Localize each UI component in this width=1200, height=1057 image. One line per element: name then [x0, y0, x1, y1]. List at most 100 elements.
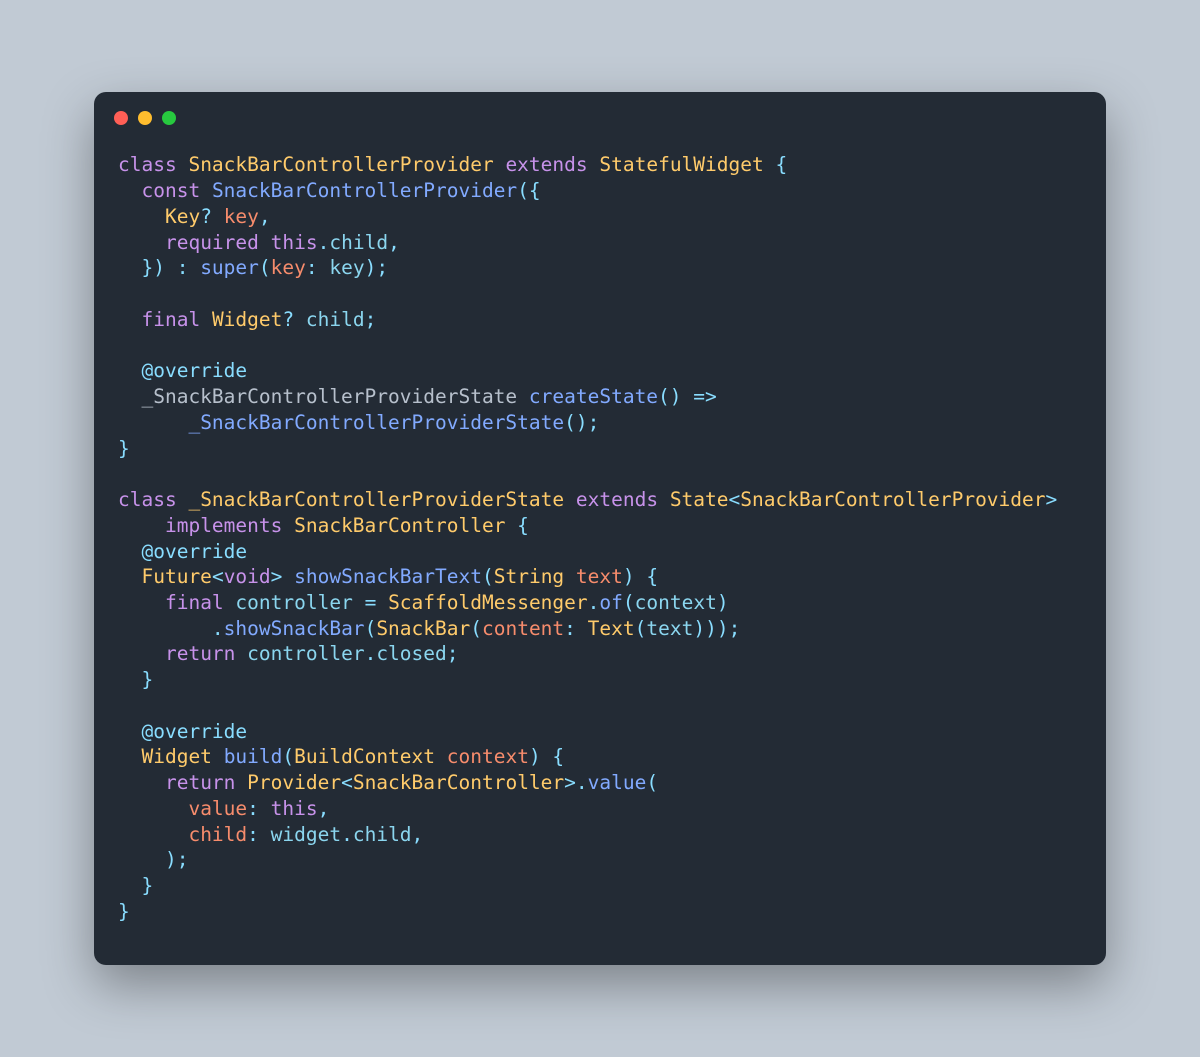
- code-token: ) {: [623, 565, 658, 588]
- code-token: final: [141, 308, 211, 331]
- code-token: {: [505, 514, 528, 537]
- code-token: of: [599, 591, 622, 614]
- code-token: child: [329, 231, 388, 254]
- code-token: (: [635, 617, 647, 640]
- code-block: class SnackBarControllerProvider extends…: [94, 144, 1106, 936]
- code-token: void: [224, 565, 271, 588]
- code-token: :: [306, 256, 329, 279]
- code-token: :: [247, 797, 270, 820]
- code-token: ,: [318, 797, 330, 820]
- code-token: [118, 231, 165, 254]
- code-token: ,: [412, 823, 424, 846]
- code-token: _SnackBarControllerProviderState: [188, 488, 564, 511]
- code-token: :: [247, 823, 270, 846]
- code-token: ,: [388, 231, 400, 254]
- code-token: (: [482, 565, 494, 588]
- code-token: return: [165, 771, 247, 794]
- code-token: _SnackBarControllerProviderState: [118, 385, 529, 408]
- code-token: key: [212, 205, 259, 228]
- code-token: ScaffoldMessenger: [388, 591, 588, 614]
- code-token: (: [623, 591, 635, 614]
- code-token: (: [282, 745, 294, 768]
- code-token: this: [271, 797, 318, 820]
- code-window: class SnackBarControllerProvider extends…: [94, 92, 1106, 964]
- code-token: closed: [376, 642, 446, 665]
- code-token: _SnackBarControllerProviderState: [188, 411, 564, 434]
- code-token: class: [118, 488, 188, 511]
- code-token: controller: [247, 642, 364, 665]
- code-token: [118, 514, 165, 537]
- code-token: build: [224, 745, 283, 768]
- code-token: [212, 745, 224, 768]
- code-token: (: [259, 256, 271, 279]
- code-token: text: [646, 617, 693, 640]
- code-token: Future: [141, 565, 211, 588]
- code-token: ,: [259, 205, 271, 228]
- code-token: BuildContext: [294, 745, 435, 768]
- code-token: );: [118, 848, 188, 871]
- code-token: [118, 411, 188, 434]
- code-token: [118, 771, 165, 794]
- code-token: return: [165, 642, 247, 665]
- code-token: extends: [564, 488, 670, 511]
- code-token: [118, 308, 141, 331]
- code-token: @override: [141, 359, 247, 382]
- code-token: .: [318, 231, 330, 254]
- minimize-icon[interactable]: [138, 111, 152, 125]
- code-token: <: [212, 565, 224, 588]
- code-token: Provider: [247, 771, 341, 794]
- code-token: value: [188, 797, 247, 820]
- code-token: Key: [165, 205, 200, 228]
- code-token: super: [200, 256, 259, 279]
- code-token: SnackBar: [376, 617, 470, 640]
- code-token: showSnackBarText: [294, 565, 482, 588]
- code-token: this: [271, 231, 318, 254]
- window-titlebar: [94, 92, 1106, 144]
- code-token: >: [271, 565, 294, 588]
- code-token: [118, 745, 141, 768]
- code-token: [118, 359, 141, 382]
- code-token: SnackBarController: [353, 771, 564, 794]
- code-token: ;: [447, 642, 459, 665]
- code-token: [118, 797, 188, 820]
- code-token: text: [564, 565, 623, 588]
- code-token: )));: [693, 617, 740, 640]
- code-token: value: [588, 771, 647, 794]
- code-token: [118, 591, 165, 614]
- code-token: key: [329, 256, 364, 279]
- code-token: }: [118, 437, 130, 460]
- code-token: <: [341, 771, 353, 794]
- code-token: ();: [564, 411, 599, 434]
- code-token: }) :: [118, 256, 200, 279]
- code-token: }: [118, 874, 153, 897]
- code-token: [118, 205, 165, 228]
- code-token: .: [588, 591, 600, 614]
- code-token: const: [141, 179, 211, 202]
- code-token: context: [435, 745, 529, 768]
- code-token: }: [118, 900, 130, 923]
- code-token: [118, 642, 165, 665]
- zoom-icon[interactable]: [162, 111, 176, 125]
- code-token: @override: [141, 720, 247, 743]
- code-token: SnackBarControllerProvider: [188, 153, 493, 176]
- code-token: class: [118, 153, 188, 176]
- code-token: .: [365, 642, 377, 665]
- code-token: [118, 565, 141, 588]
- code-token: ({: [517, 179, 540, 202]
- code-token: SnackBarController: [294, 514, 505, 537]
- code-token: StatefulWidget: [599, 153, 763, 176]
- code-token: @override: [141, 540, 247, 563]
- close-icon[interactable]: [114, 111, 128, 125]
- code-token: {: [764, 153, 787, 176]
- code-token: ?: [282, 308, 294, 331]
- code-token: final: [165, 591, 235, 614]
- code-token: widget: [271, 823, 341, 846]
- code-token: key: [271, 256, 306, 279]
- code-token: [118, 823, 188, 846]
- code-token: }: [118, 668, 153, 691]
- code-token: (: [470, 617, 482, 640]
- code-token: Widget: [212, 308, 282, 331]
- code-token: () =>: [658, 385, 717, 408]
- code-token: extends: [494, 153, 600, 176]
- code-token: controller: [235, 591, 352, 614]
